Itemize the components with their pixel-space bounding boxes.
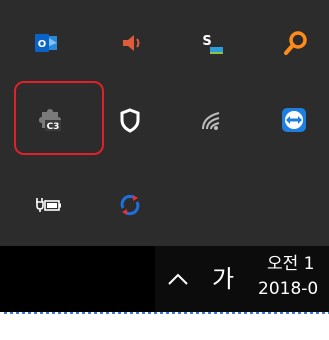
search-icon[interactable]: [264, 15, 328, 71]
skype-icon-label: S: [202, 34, 211, 49]
power-battery-icon[interactable]: [16, 177, 80, 233]
teamviewer-icon[interactable]: [262, 92, 326, 148]
sync-icon[interactable]: [98, 177, 162, 233]
taskbar: 가 오전 1 2018-0: [0, 246, 329, 312]
chevron-up-icon: [168, 273, 188, 285]
outlook-icon[interactable]: O: [14, 15, 78, 71]
wifi-icon[interactable]: [180, 92, 244, 148]
selection-dashed-border: [0, 312, 329, 340]
shield-security-icon[interactable]: [98, 92, 162, 148]
clock-time: 오전 1: [267, 254, 315, 274]
show-hidden-icons-button[interactable]: [158, 246, 198, 312]
volume-icon[interactable]: [100, 15, 164, 71]
tray-overflow-flyout: O S C3: [0, 0, 329, 246]
taskbar-empty-area: [0, 246, 155, 312]
clock[interactable]: 오전 1 2018-0: [250, 252, 329, 302]
clock-date: 2018-0: [258, 279, 319, 299]
ime-indicator[interactable]: 가: [201, 258, 245, 300]
highlight-box: [14, 81, 104, 155]
skype-for-business-icon[interactable]: S: [180, 15, 244, 71]
outlook-icon-label: O: [38, 39, 47, 50]
